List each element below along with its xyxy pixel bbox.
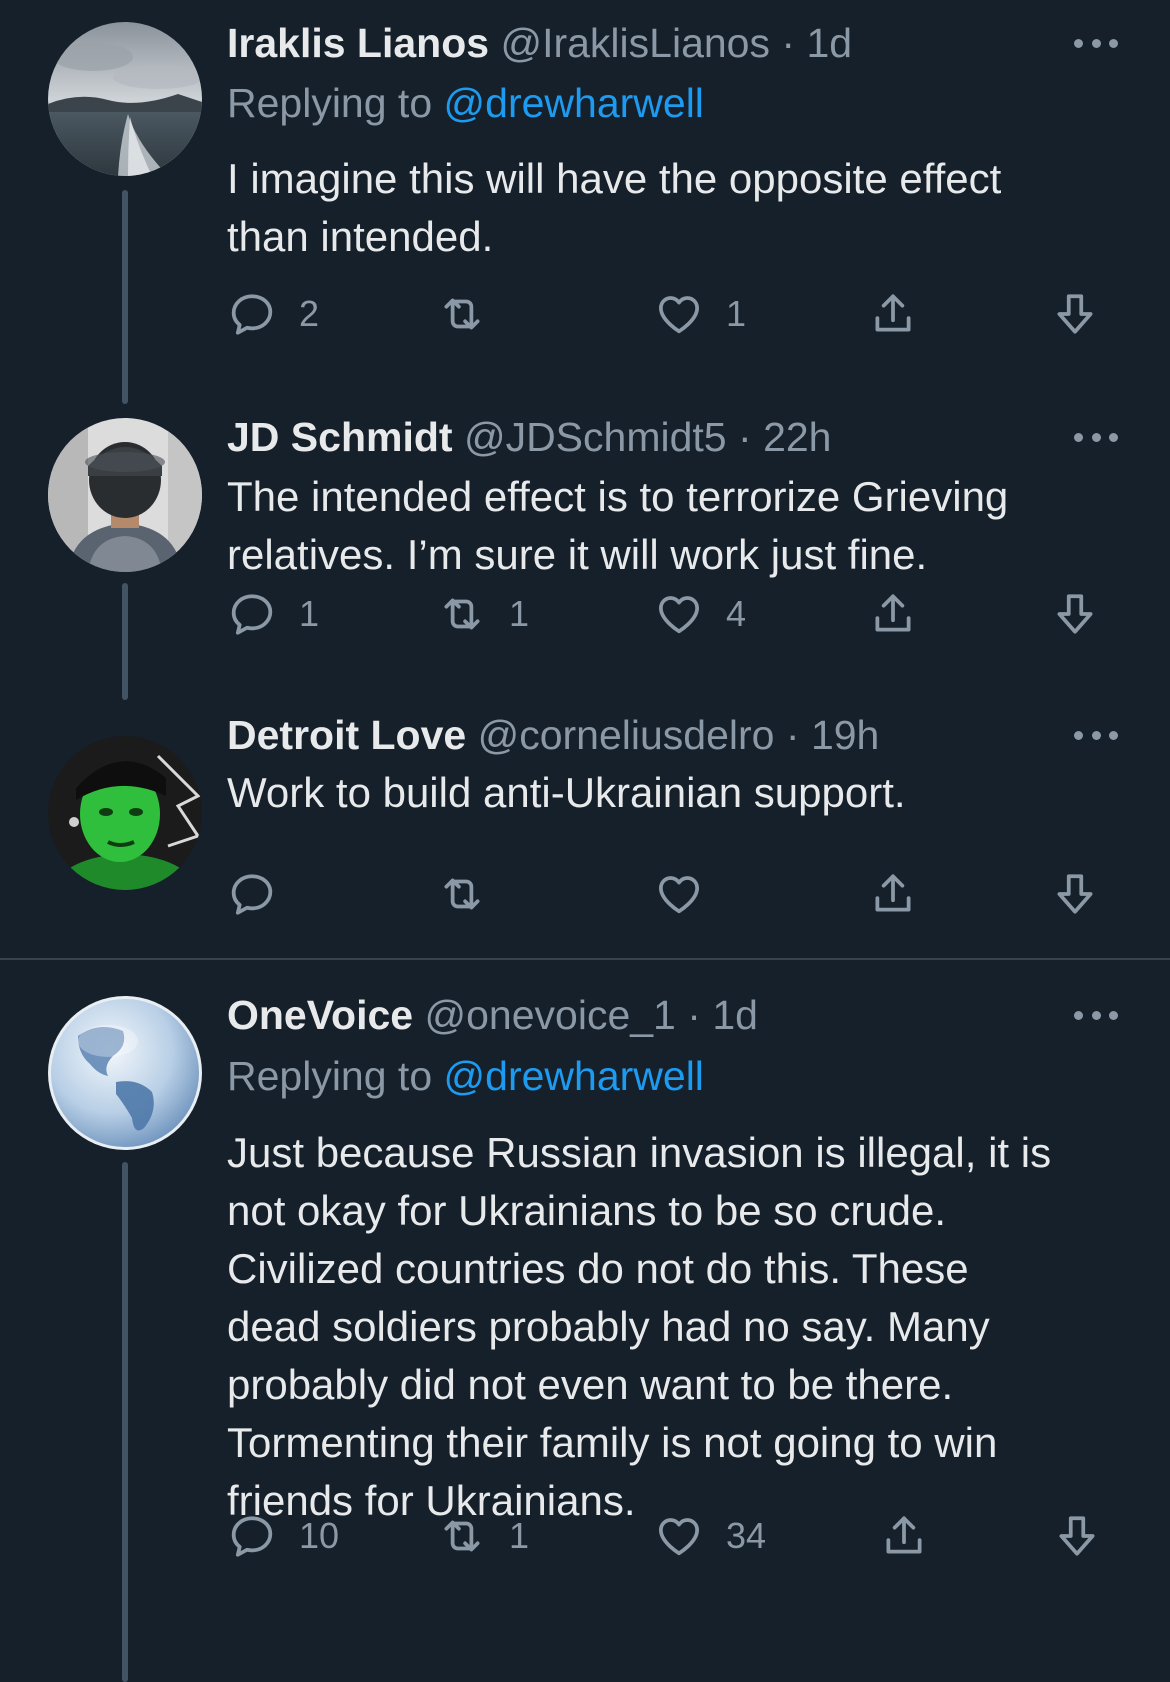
replying-label: Replying to	[227, 1053, 433, 1099]
globe-avatar[interactable]	[48, 996, 202, 1150]
downvote-button[interactable]	[1050, 586, 1100, 642]
thread-line	[122, 190, 128, 404]
share-button[interactable]	[868, 586, 918, 642]
reply-icon	[227, 289, 277, 339]
retweet-button[interactable]	[437, 286, 509, 342]
replying-to: Replying to @drewharwell	[227, 1051, 704, 1101]
timestamp[interactable]: 19h	[811, 712, 879, 758]
user-handle[interactable]: @onevoice_1	[425, 992, 676, 1038]
display-name[interactable]: JD Schmidt	[227, 414, 453, 460]
like-button[interactable]: 1	[654, 286, 746, 342]
user-handle[interactable]: @IraklisLianos	[500, 20, 770, 66]
heart-icon	[654, 869, 704, 919]
reply-count: 2	[299, 293, 320, 334]
tweet-header: Detroit Love @corneliusdelro · 19h	[227, 710, 879, 760]
like-button[interactable]: 4	[654, 586, 746, 642]
share-button[interactable]	[868, 286, 918, 342]
tweet-header: Iraklis Lianos @IraklisLianos · 1d	[227, 18, 852, 68]
share-icon	[868, 869, 918, 919]
reply-count: 1	[299, 593, 320, 634]
arrow-down-icon	[1050, 289, 1100, 339]
tweet-text: Just because Russian invasion is illegal…	[227, 1129, 1052, 1524]
arrow-down-icon	[1052, 1511, 1102, 1561]
retweet-icon	[437, 589, 487, 639]
more-options-icon[interactable]	[1074, 1000, 1118, 1030]
downvote-button[interactable]	[1050, 286, 1100, 342]
separator-dot: ·	[738, 414, 752, 460]
retweet-count: 1	[509, 593, 530, 634]
heart-icon	[654, 589, 704, 639]
tweet-header: JD Schmidt @JDSchmidt5 · 22h	[227, 412, 831, 462]
arrow-down-icon	[1050, 589, 1100, 639]
more-options-icon[interactable]	[1074, 720, 1118, 750]
tweet[interactable]: Detroit Love @corneliusdelro · 19h Work …	[0, 712, 1170, 958]
user-handle[interactable]: @corneliusdelro	[478, 712, 775, 758]
retweet-icon	[437, 289, 487, 339]
retweet-button[interactable]: 1	[437, 586, 529, 642]
thread-line	[122, 1162, 128, 1682]
reply-icon	[227, 1511, 277, 1561]
reply-button[interactable]: 1	[227, 586, 319, 642]
like-button[interactable]	[654, 866, 726, 922]
tweet-text: Work to build anti-Ukrainian support.	[227, 769, 906, 816]
separator-dot: ·	[687, 992, 701, 1038]
more-options-icon[interactable]	[1074, 28, 1118, 58]
tweet[interactable]: OneVoice @onevoice_1 · 1d Replying to @d…	[0, 960, 1170, 1682]
mention-link[interactable]: @drewharwell	[444, 80, 704, 126]
reply-icon	[227, 869, 277, 919]
retweet-icon	[437, 869, 487, 919]
action-bar	[227, 866, 1127, 922]
share-icon	[879, 1511, 929, 1561]
tweet[interactable]: JD Schmidt @JDSchmidt5 · 22h The intende…	[0, 400, 1170, 700]
retweet-count: 1	[509, 1515, 530, 1556]
replying-label: Replying to	[227, 80, 433, 126]
retweet-button[interactable]: 1	[437, 1508, 529, 1564]
share-icon	[868, 289, 918, 339]
like-count: 34	[726, 1515, 767, 1556]
display-name[interactable]: OneVoice	[227, 992, 413, 1038]
green-face-avatar[interactable]	[48, 736, 202, 890]
tweet-text: The intended effect is to terrorize Grie…	[227, 473, 1009, 578]
heart-icon	[654, 1511, 704, 1561]
reply-count: 10	[299, 1515, 340, 1556]
timestamp[interactable]: 1d	[806, 20, 852, 66]
arrow-down-icon	[1050, 869, 1100, 919]
display-name[interactable]: Detroit Love	[227, 712, 466, 758]
retweet-icon	[437, 1511, 487, 1561]
like-button[interactable]: 34	[654, 1508, 766, 1564]
person-back-avatar[interactable]	[48, 418, 202, 572]
mention-link[interactable]: @drewharwell	[444, 1053, 704, 1099]
timestamp[interactable]: 22h	[763, 414, 831, 460]
timestamp[interactable]: 1d	[712, 992, 758, 1038]
downvote-button[interactable]	[1050, 866, 1100, 922]
retweet-button[interactable]	[437, 866, 509, 922]
display-name[interactable]: Iraklis Lianos	[227, 20, 489, 66]
action-bar: 10 1 34	[227, 1508, 1127, 1564]
downvote-button[interactable]	[1052, 1508, 1102, 1564]
action-bar: 1 1 4	[227, 586, 1127, 642]
thread-line	[122, 583, 128, 700]
separator-dot: ·	[781, 20, 796, 66]
share-button[interactable]	[879, 1508, 929, 1564]
tweet-text: I imagine this will have the opposite ef…	[227, 155, 1002, 260]
share-icon	[868, 589, 918, 639]
tweet-header: OneVoice @onevoice_1 · 1d	[227, 990, 758, 1040]
tweet[interactable]: Iraklis Lianos @IraklisLianos · 1d Reply…	[0, 0, 1170, 404]
heart-icon	[654, 289, 704, 339]
reply-button[interactable]: 2	[227, 286, 319, 342]
share-button[interactable]	[868, 866, 918, 922]
separator-dot: ·	[785, 712, 800, 758]
reply-icon	[227, 589, 277, 639]
action-bar: 2 1	[227, 286, 1127, 342]
reply-button[interactable]: 10	[227, 1508, 339, 1564]
like-count: 4	[726, 593, 747, 634]
replying-to: Replying to @drewharwell	[227, 78, 704, 128]
more-options-icon[interactable]	[1074, 422, 1118, 452]
seascape-avatar[interactable]	[48, 22, 202, 176]
reply-button[interactable]	[227, 866, 299, 922]
user-handle[interactable]: @JDSchmidt5	[464, 414, 727, 460]
like-count: 1	[726, 293, 747, 334]
